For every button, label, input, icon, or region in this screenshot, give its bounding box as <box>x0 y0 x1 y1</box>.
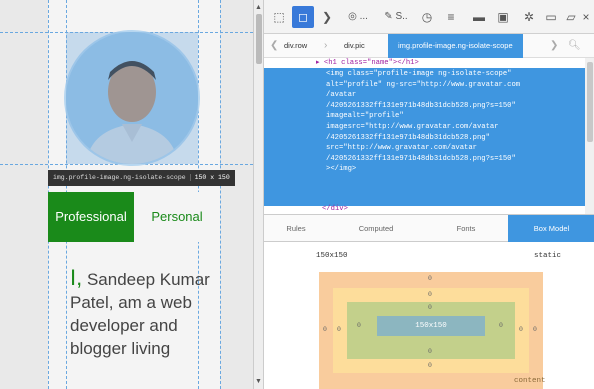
markup-scrollbar[interactable] <box>585 58 594 214</box>
markup-line[interactable]: </div> <box>322 204 348 215</box>
chevron-right-icon[interactable]: ❯ <box>550 34 558 58</box>
settings-icon[interactable]: ✲ <box>518 6 540 28</box>
style-editor-label: S.. <box>395 11 408 22</box>
box-position: static <box>534 252 562 260</box>
search-icon[interactable]: 🔍︎ <box>568 34 581 58</box>
markup-line: /avatar <box>326 91 357 100</box>
close-icon[interactable]: × <box>578 6 594 28</box>
bio-body: Sandeep Kumar Patel, am a web developer … <box>70 270 210 358</box>
box-model-view: 150x150 static 0 0 0 0 0 0 0 0 0 0 0 150… <box>264 242 594 389</box>
margin-top[interactable]: 0 <box>428 275 432 282</box>
scroll-down-icon[interactable]: ▼ <box>255 378 262 385</box>
dock-icon[interactable]: ▭ <box>540 6 562 28</box>
guide-line <box>220 0 221 389</box>
markup-line: <img class="profile-image ng-isolate-sco… <box>326 70 512 78</box>
box-border[interactable]: 0 0 0 0 0 0 0 0 150x150 <box>333 288 529 373</box>
markup-line: /4205261332ff131e971b48db31dcb528.png?s=… <box>326 154 516 163</box>
scroll-thumb[interactable] <box>587 62 593 142</box>
markup-line: src="http://www.gravatar.com/avatar <box>326 144 477 153</box>
network-icon[interactable]: ≡ <box>440 6 462 28</box>
element-tooltip: img.profile-image.ng-isolate-scope 150 x … <box>48 170 235 186</box>
bio-text: I, Sandeep Kumar Patel, am a web develop… <box>70 266 220 360</box>
markup-line: alt="profile" ng-src="http://www.gravata… <box>326 80 521 89</box>
chevron-right-icon: › <box>324 40 328 51</box>
markup-line: ></img> <box>326 165 357 174</box>
box-content[interactable]: 150x150 <box>377 316 485 336</box>
markup-line: /4205261332ff131e971b48db31dcb528.png" <box>326 133 490 142</box>
sidebar-tabs: Rules Computed Fonts Box Model <box>264 214 594 242</box>
border-bottom[interactable]: 0 <box>428 362 432 369</box>
markup-view: ▸ <h1 class="name"></h1> <img class="pro… <box>264 58 594 214</box>
page-scrollbar[interactable]: ▲ ▼ <box>253 0 263 389</box>
style-editor-icon[interactable]: ✎ S.. <box>378 6 414 28</box>
tab-box-model[interactable]: Box Model <box>508 215 594 242</box>
debugger-icon[interactable]: ◎ ... <box>340 6 376 28</box>
markup-line: imagealt="profile" <box>326 112 404 121</box>
padding-top[interactable]: 0 <box>428 304 432 311</box>
padding-bottom[interactable]: 0 <box>428 348 432 355</box>
margin-right[interactable]: 0 <box>533 326 537 333</box>
tooltip-selector: img.profile-image.ng-isolate-scope <box>53 174 186 181</box>
tab-personal[interactable]: Personal <box>134 192 220 242</box>
breadcrumb-item-selected[interactable]: img.profile-image.ng-isolate-scope <box>388 34 523 58</box>
breadcrumb: ❮ div.row › div.pic img.profile-image.ng… <box>264 34 594 58</box>
tab-computed[interactable]: Computed <box>328 215 424 242</box>
devtools-panel: ⬚ ◻ ❯ ◎ ... ✎ S.. ◷ ≡ ▬ ▣ ✲ ▭ ▱ × ❮ div.… <box>263 0 594 389</box>
performance-icon[interactable]: ◷ <box>416 6 438 28</box>
guide-line <box>0 164 253 165</box>
element-highlight <box>66 32 198 164</box>
storage-icon[interactable]: ▬ <box>468 6 490 28</box>
box-dimensions: 150x150 <box>316 252 348 260</box>
bio-first-word: I, <box>70 265 83 290</box>
markup-line: imagesrc="http://www.gravatar.com/avatar <box>326 123 499 131</box>
tab-rules[interactable]: Rules <box>264 215 328 242</box>
markup-h1: <h1 class="name"></h1> <box>323 59 419 67</box>
markup-line[interactable]: ▸ <h1 class="name"></h1> <box>316 58 419 69</box>
border-left[interactable]: 0 <box>337 326 341 333</box>
markup-line: /4205261332ff131e971b48db31dcb528.png?s=… <box>326 101 516 110</box>
padding-right[interactable]: 0 <box>499 322 503 329</box>
breadcrumb-item[interactable]: div.row <box>284 34 307 58</box>
box-margin[interactable]: 0 0 0 0 0 0 0 0 0 0 0 150x150 <box>319 272 543 389</box>
margin-left[interactable]: 0 <box>323 326 327 333</box>
tab-fonts[interactable]: Fonts <box>424 215 508 242</box>
page-preview: img.profile-image.ng-isolate-scope 150 x … <box>0 0 253 389</box>
scroll-up-icon[interactable]: ▲ <box>255 4 262 11</box>
box-content-label: content <box>514 377 546 385</box>
inspect-icon[interactable]: ⬚ <box>268 6 290 28</box>
tab-professional[interactable]: Professional <box>48 192 134 242</box>
padding-left[interactable]: 0 <box>357 322 361 329</box>
border-right[interactable]: 0 <box>519 326 523 333</box>
console-icon[interactable]: ❯ <box>316 6 338 28</box>
scroll-thumb[interactable] <box>256 14 262 64</box>
box-padding[interactable]: 0 0 0 0 150x150 <box>347 302 515 359</box>
select-element-icon[interactable]: ◻ <box>292 6 314 28</box>
debugger-label: ... <box>359 11 368 22</box>
border-top[interactable]: 0 <box>428 291 432 298</box>
tooltip-size: 150 x 150 <box>189 174 230 181</box>
responsive-icon[interactable]: ▣ <box>492 6 514 28</box>
devtools-toolbar: ⬚ ◻ ❯ ◎ ... ✎ S.. ◷ ≡ ▬ ▣ ✲ ▭ ▱ × <box>264 0 594 34</box>
chevron-left-icon[interactable]: ❮ <box>270 34 278 58</box>
breadcrumb-item[interactable]: div.pic <box>344 34 365 58</box>
